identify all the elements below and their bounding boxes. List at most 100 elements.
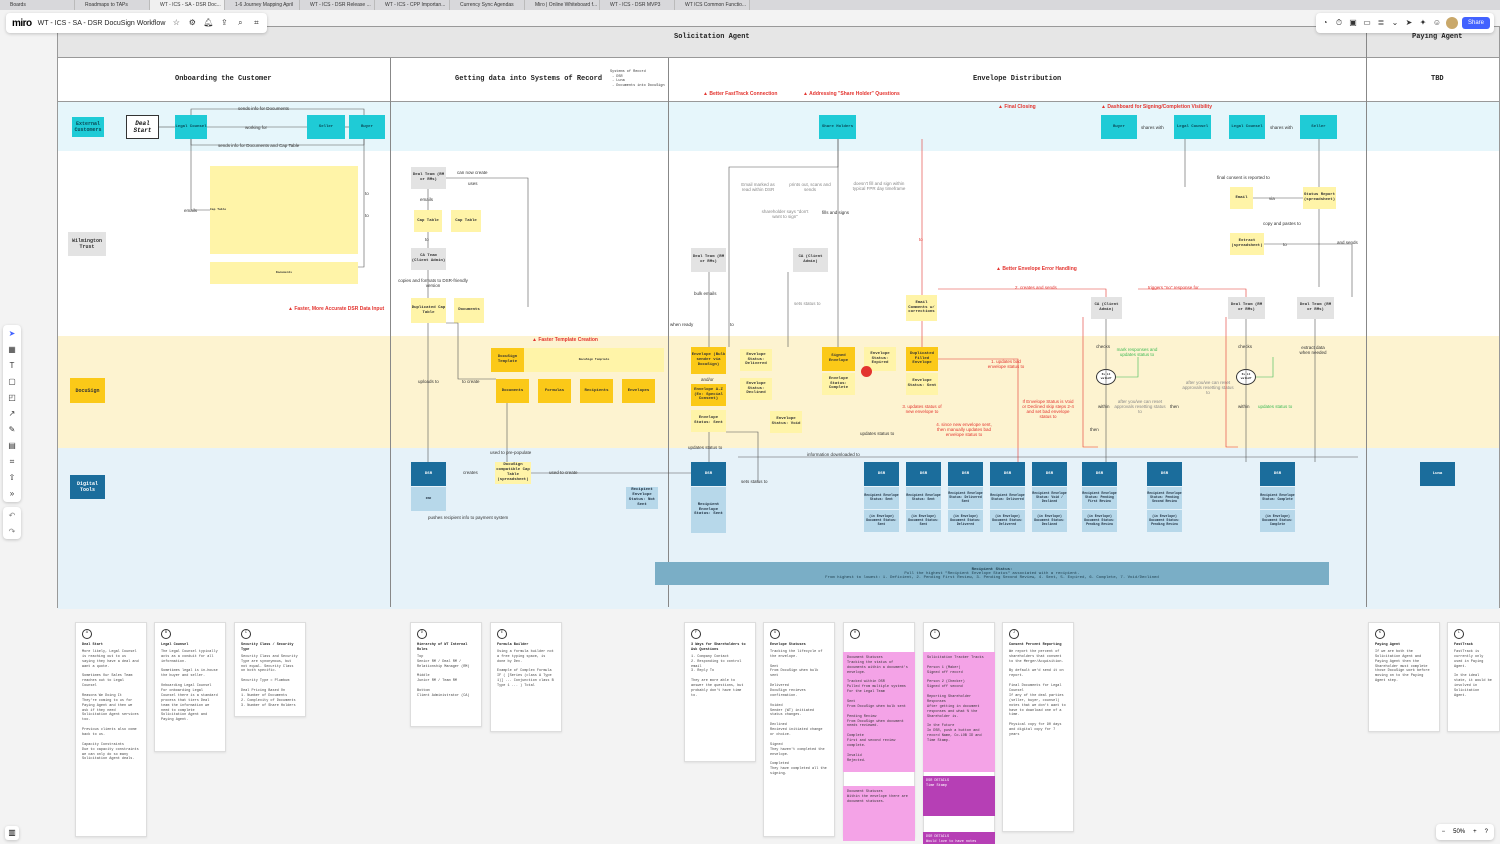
document-status[interactable]: (in Envelope) Document Status: Pending R… bbox=[1147, 510, 1182, 532]
sticky-note[interactable]: DSR DETAILS Would love to have notes fea… bbox=[923, 832, 995, 844]
cursor-icon[interactable]: ➤ bbox=[1404, 18, 1414, 28]
document-status[interactable]: (in Envelope) Document Status: Complete bbox=[1260, 510, 1295, 532]
dsr-note[interactable]: DSR bbox=[411, 487, 446, 511]
zoom-in-button[interactable]: + bbox=[1473, 829, 1477, 835]
recipient-envelope-status[interactable]: Recipient Envelope Status: Sent bbox=[864, 487, 899, 509]
document-status[interactable]: (in Envelope) Document Status: Declined bbox=[1032, 510, 1067, 532]
dsr-card[interactable]: DSR bbox=[1260, 462, 1295, 486]
browser-tab[interactable]: WT - ICS - DSR MVP3 bbox=[600, 0, 675, 10]
document-status[interactable]: (in Envelope) Document Status: Delivered bbox=[990, 510, 1025, 532]
upload-icon[interactable]: ⇪ bbox=[219, 18, 229, 28]
dsr-status-sent[interactable]: Recipient Envelope Status: Sent bbox=[691, 487, 726, 533]
deal-team-card-2[interactable]: Deal Team (RM or RMs) bbox=[691, 248, 726, 272]
buyer-card[interactable]: Buyer bbox=[349, 115, 385, 139]
pen-icon[interactable]: ✎ bbox=[6, 424, 18, 435]
more-icon[interactable]: ⌄ bbox=[1390, 18, 1400, 28]
doc-note[interactable]: G Envelope Statuses Tracking the lifecycle… bbox=[763, 622, 835, 837]
sticky-note[interactable]: DSR DETAILS Time Stamp bbox=[923, 776, 995, 816]
star-icon[interactable]: ☆ bbox=[171, 18, 181, 28]
select-icon[interactable]: ➤ bbox=[6, 328, 18, 339]
document-status[interactable]: (in Envelope) Document Status: Delivered bbox=[948, 510, 983, 532]
envelope-status-sent-2[interactable]: Envelope Status: Sent bbox=[906, 373, 938, 395]
upload-tool-icon[interactable]: ⇧ bbox=[6, 472, 18, 483]
envelopes-card[interactable]: Envelopes bbox=[622, 379, 655, 403]
recipients-card[interactable]: Recipients bbox=[580, 379, 613, 403]
formulas-card[interactable]: Formulas bbox=[538, 379, 571, 403]
doc-note[interactable]: C Security Class / Security Type Security … bbox=[234, 622, 306, 717]
shapes-icon[interactable]: ◰ bbox=[6, 392, 18, 403]
gear-icon[interactable]: ⚙ bbox=[187, 18, 197, 28]
envelope-status-delivered[interactable]: Envelope Status: Delivered bbox=[740, 349, 772, 371]
doc-note[interactable]: J Consent Percent Reporting We report the … bbox=[1002, 622, 1074, 832]
duplicated-filled-envelope[interactable]: Duplicated Filled Envelope bbox=[906, 347, 938, 371]
crop-icon[interactable]: ⌗ bbox=[6, 456, 18, 467]
lane-external-customers[interactable]: External Customers bbox=[72, 117, 104, 137]
recipient-envelope-status[interactable]: Recipient Envelope Status: Delivered bbox=[990, 487, 1025, 509]
ca-card-3[interactable]: CA (Client Admin) bbox=[1091, 297, 1122, 319]
dsr-card[interactable]: DSR bbox=[990, 462, 1025, 486]
deal-team-card[interactable]: Deal Team (RM or RMs) bbox=[411, 167, 446, 189]
recipient-envelope-status[interactable]: Recipient Envelope Status: Complete bbox=[1260, 487, 1295, 509]
sticky-icon[interactable]: ◔ bbox=[1320, 18, 1330, 28]
legal-counsel-card-2[interactable]: Legal Counsel bbox=[1174, 115, 1211, 139]
doc-note[interactable]: B Legal Counsel The Legal Counsel typicall… bbox=[154, 622, 226, 752]
deal-team-card-4[interactable]: Deal Team (RM or RMs) bbox=[1297, 297, 1334, 319]
seller-card[interactable]: Seller bbox=[307, 115, 345, 139]
recipient-envelope-status[interactable]: Recipient Envelope Status: Sent bbox=[906, 487, 941, 509]
docusign-template-note[interactable]: DocuSign Template bbox=[524, 348, 664, 372]
luna-card[interactable]: Luna bbox=[1420, 462, 1455, 486]
sticky-note[interactable]: Document Statuses Tracking the status of… bbox=[843, 652, 915, 772]
browser-tab[interactable]: WT - ICS - DSR Release ... bbox=[300, 0, 375, 10]
duplicated-cap-table-card[interactable]: Duplicated Cap Table bbox=[411, 298, 446, 323]
dsr-card[interactable]: DSR bbox=[906, 462, 941, 486]
document-status[interactable]: (in Envelope) Document Status: Sent bbox=[906, 510, 941, 532]
signed-envelope-card[interactable]: Signed Envelope bbox=[822, 347, 855, 371]
envelope-special-card[interactable]: Envelope A-Z (Ex: Special Consent) bbox=[691, 384, 726, 406]
browser-tab[interactable]: WT - ICS - CPP Importan... bbox=[375, 0, 450, 10]
board-title[interactable]: WT - ICS - SA - DSR DocuSign Workflow bbox=[38, 20, 166, 27]
sticky-note[interactable]: Solicitation Tracker Tracks Person 1 (Ma… bbox=[923, 652, 995, 772]
miro-logo[interactable]: miro bbox=[12, 18, 32, 29]
doc-note[interactable]: E Formula Builder Using a formula builder … bbox=[490, 622, 562, 732]
board-icon[interactable]: ▭ bbox=[1362, 18, 1372, 28]
avatar[interactable] bbox=[1445, 17, 1458, 29]
comment-tool-icon[interactable]: ▤ bbox=[6, 440, 18, 451]
document-status[interactable]: (in Envelope) Document Status: Pending R… bbox=[1082, 510, 1117, 532]
bell-icon[interactable]: 🔔︎ bbox=[203, 18, 213, 28]
lane-digital-tools[interactable]: Digital Tools bbox=[70, 475, 105, 499]
seller-card-2[interactable]: Seller bbox=[1300, 115, 1337, 139]
doc-note[interactable]: L FastTrack FastTrack is currently only us… bbox=[1447, 622, 1500, 732]
dsr-card[interactable]: DSR bbox=[864, 462, 899, 486]
lane-wilmington-trust[interactable]: Wilmington Trust bbox=[68, 232, 106, 256]
cap-table-note[interactable]: Cap Table bbox=[210, 166, 358, 254]
panel-toggle-icon[interactable]: ▥ bbox=[5, 826, 19, 840]
undo-icon[interactable]: ↶ bbox=[9, 511, 16, 520]
timer-icon[interactable]: ⏱ bbox=[1334, 18, 1344, 28]
ca-card-2[interactable]: CA (Client Admin) bbox=[793, 248, 828, 272]
dsr-card[interactable]: DSR bbox=[948, 462, 983, 486]
recipient-envelope-status[interactable]: Recipient Envelope Status: Pending Secon… bbox=[1147, 487, 1182, 509]
legal-counsel-card[interactable]: Legal Counsel bbox=[175, 115, 207, 139]
lane-docusign[interactable]: DocuSign bbox=[70, 378, 105, 403]
browser-tab[interactable]: Roadmaps to TAPs bbox=[75, 0, 150, 10]
doc-note[interactable]: D Hierarchy of WT Internal Roles Top Senio… bbox=[410, 622, 482, 727]
document-status[interactable]: (in Envelope) Document Status: Sent bbox=[864, 510, 899, 532]
buyer-card-2[interactable]: Buyer bbox=[1101, 115, 1137, 139]
share-holders-card[interactable]: Share Holders bbox=[819, 115, 856, 139]
deal-start-card[interactable]: Deal Start bbox=[126, 115, 159, 139]
help-icon[interactable]: ? bbox=[1485, 829, 1488, 835]
document-icon[interactable]: ≣ bbox=[1376, 18, 1386, 28]
envelope-status-complete[interactable]: Envelope Status: Complete bbox=[822, 373, 855, 395]
legal-counsel-card-3[interactable]: Legal Counsel bbox=[1229, 115, 1265, 139]
doc-note[interactable]: A Deal Start More likely, Legal Counsel is… bbox=[75, 622, 147, 837]
envelope-status-declined[interactable]: Envelope Status: Declined bbox=[740, 378, 772, 400]
redo-icon[interactable]: ↷ bbox=[9, 527, 16, 536]
more-tools-icon[interactable]: » bbox=[6, 488, 18, 499]
cap-table-card[interactable]: Cap Table bbox=[414, 210, 442, 232]
reaction-icon[interactable]: ✦ bbox=[1418, 18, 1428, 28]
sticky-note-icon[interactable]: ▢ bbox=[6, 376, 18, 387]
dsr-card[interactable]: DSR bbox=[411, 462, 446, 486]
docusign-compatible-cap-table[interactable]: DocuSign compatible Cap Table (spreadshe… bbox=[495, 462, 531, 484]
documents-small-card[interactable]: Documents bbox=[454, 298, 484, 323]
envelope-status-sent[interactable]: Envelope Status: Sent bbox=[691, 410, 726, 432]
